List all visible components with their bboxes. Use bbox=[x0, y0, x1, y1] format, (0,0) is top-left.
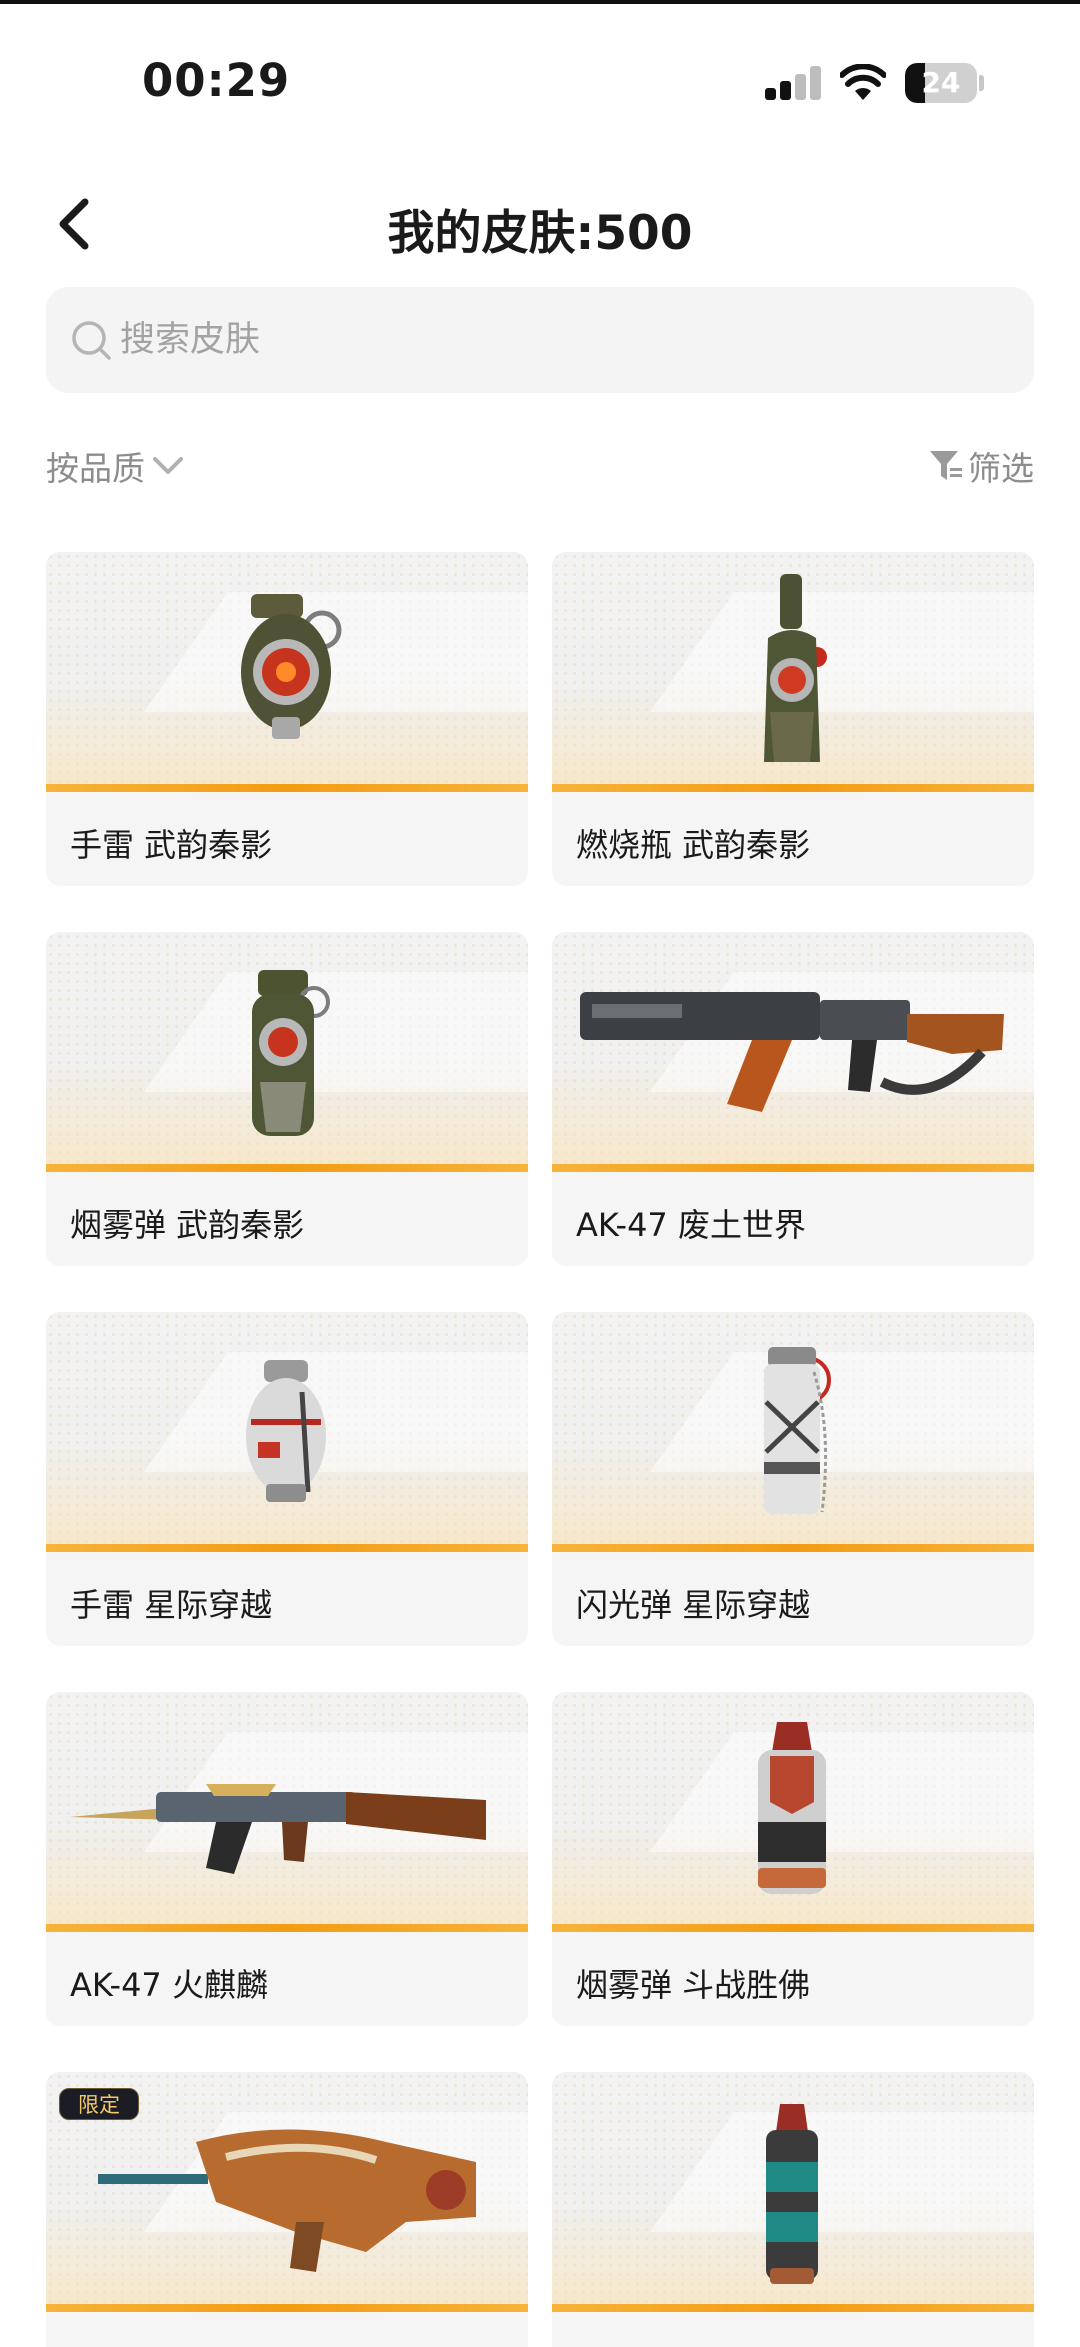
status-time: 00:29 bbox=[142, 54, 291, 107]
molotov-icon bbox=[764, 574, 827, 762]
page-title: 我的皮肤:500 bbox=[387, 206, 693, 261]
skin-card[interactable]: 烟雾弹 武韵秦影 bbox=[46, 932, 528, 1266]
search-icon bbox=[72, 321, 111, 360]
grenade-icon bbox=[766, 2104, 818, 2284]
grenade-icon bbox=[241, 594, 342, 739]
skin-image bbox=[46, 1692, 528, 1932]
skin-name: 闪光弹 星际穿越 bbox=[576, 1586, 811, 1624]
skin-image bbox=[46, 932, 528, 1172]
skin-image bbox=[46, 1312, 528, 1552]
skin-card[interactable]: 手雷 星际穿越 bbox=[46, 1312, 528, 1646]
status-bar: 00:29 24 bbox=[0, 4, 1080, 154]
rarity-bar bbox=[46, 1544, 528, 1552]
skin-name: 手雷 星际穿越 bbox=[70, 1586, 273, 1624]
rarity-bar bbox=[46, 1924, 528, 1932]
skin-image bbox=[552, 552, 1034, 792]
skin-card[interactable]: 燃烧瓶 武韵秦影 bbox=[552, 552, 1034, 886]
rarity-bar bbox=[552, 1164, 1034, 1172]
rifle-icon bbox=[70, 1784, 486, 1874]
skin-name: 烟雾弹 武韵秦影 bbox=[70, 1206, 305, 1244]
rarity-bar bbox=[552, 1924, 1034, 1932]
skin-image bbox=[552, 1692, 1034, 1932]
filter-icon bbox=[930, 451, 962, 480]
smoke-grenade-icon bbox=[252, 970, 330, 1136]
skin-name: 燃烧瓶 武韵秦影 bbox=[576, 826, 811, 864]
wifi-icon bbox=[840, 64, 886, 100]
grenade-icon bbox=[246, 1360, 326, 1502]
skin-card[interactable] bbox=[552, 2072, 1034, 2347]
sort-label: 按品质 bbox=[46, 449, 145, 488]
skin-card[interactable]: AK-47 废土世界 bbox=[552, 932, 1034, 1266]
skin-card[interactable]: 闪光弹 星际穿越 bbox=[552, 1312, 1034, 1646]
app-screen: 00:29 24 我的皮肤:500 按品质 bbox=[0, 0, 1080, 2347]
chevron-down-icon bbox=[153, 457, 183, 474]
skin-image bbox=[552, 932, 1034, 1172]
smoke-grenade-icon bbox=[758, 1722, 826, 1894]
filter-label: 筛选 bbox=[968, 449, 1034, 488]
flashbang-icon bbox=[764, 1347, 831, 1514]
filter-button[interactable]: 筛选 bbox=[928, 442, 1034, 490]
skin-image bbox=[552, 1312, 1034, 1552]
skin-image bbox=[552, 2072, 1034, 2312]
rarity-bar bbox=[46, 1164, 528, 1172]
search-input[interactable] bbox=[120, 320, 920, 360]
battery-level: 24 bbox=[921, 66, 961, 99]
rifle-icon bbox=[580, 992, 1004, 1112]
skin-card[interactable]: AK-47 火麒麟 bbox=[46, 1692, 528, 2026]
skin-card[interactable]: 烟雾弹 斗战胜佛 bbox=[552, 1692, 1034, 2026]
search-bar[interactable] bbox=[46, 287, 1034, 393]
skin-card[interactable]: 手雷 武韵秦影 bbox=[46, 552, 528, 886]
skin-image: 限定 bbox=[46, 2072, 528, 2312]
battery-tip bbox=[979, 75, 984, 91]
rarity-bar bbox=[46, 784, 528, 792]
rarity-bar bbox=[552, 784, 1034, 792]
skin-card[interactable]: 限定 bbox=[46, 2072, 528, 2347]
skin-grid: 手雷 武韵秦影 燃烧瓶 武韵秦影 烟雾弹 武韵秦影 AK-47 废土世界 手雷 … bbox=[46, 552, 1034, 2347]
battery-icon: 24 bbox=[905, 63, 977, 103]
skin-name: AK-47 火麒麟 bbox=[70, 1966, 268, 2004]
limited-badge: 限定 bbox=[59, 2088, 139, 2120]
rarity-bar bbox=[552, 1544, 1034, 1552]
skin-name: AK-47 废土世界 bbox=[576, 1206, 806, 1244]
rarity-bar bbox=[552, 2304, 1034, 2312]
skin-name: 手雷 武韵秦影 bbox=[70, 826, 273, 864]
skin-image bbox=[46, 552, 528, 792]
rarity-bar bbox=[46, 2304, 528, 2312]
cellular-signal-icon bbox=[765, 66, 823, 100]
skin-name: 烟雾弹 斗战胜佛 bbox=[576, 1966, 811, 2004]
sort-dropdown[interactable]: 按品质 bbox=[46, 442, 185, 490]
